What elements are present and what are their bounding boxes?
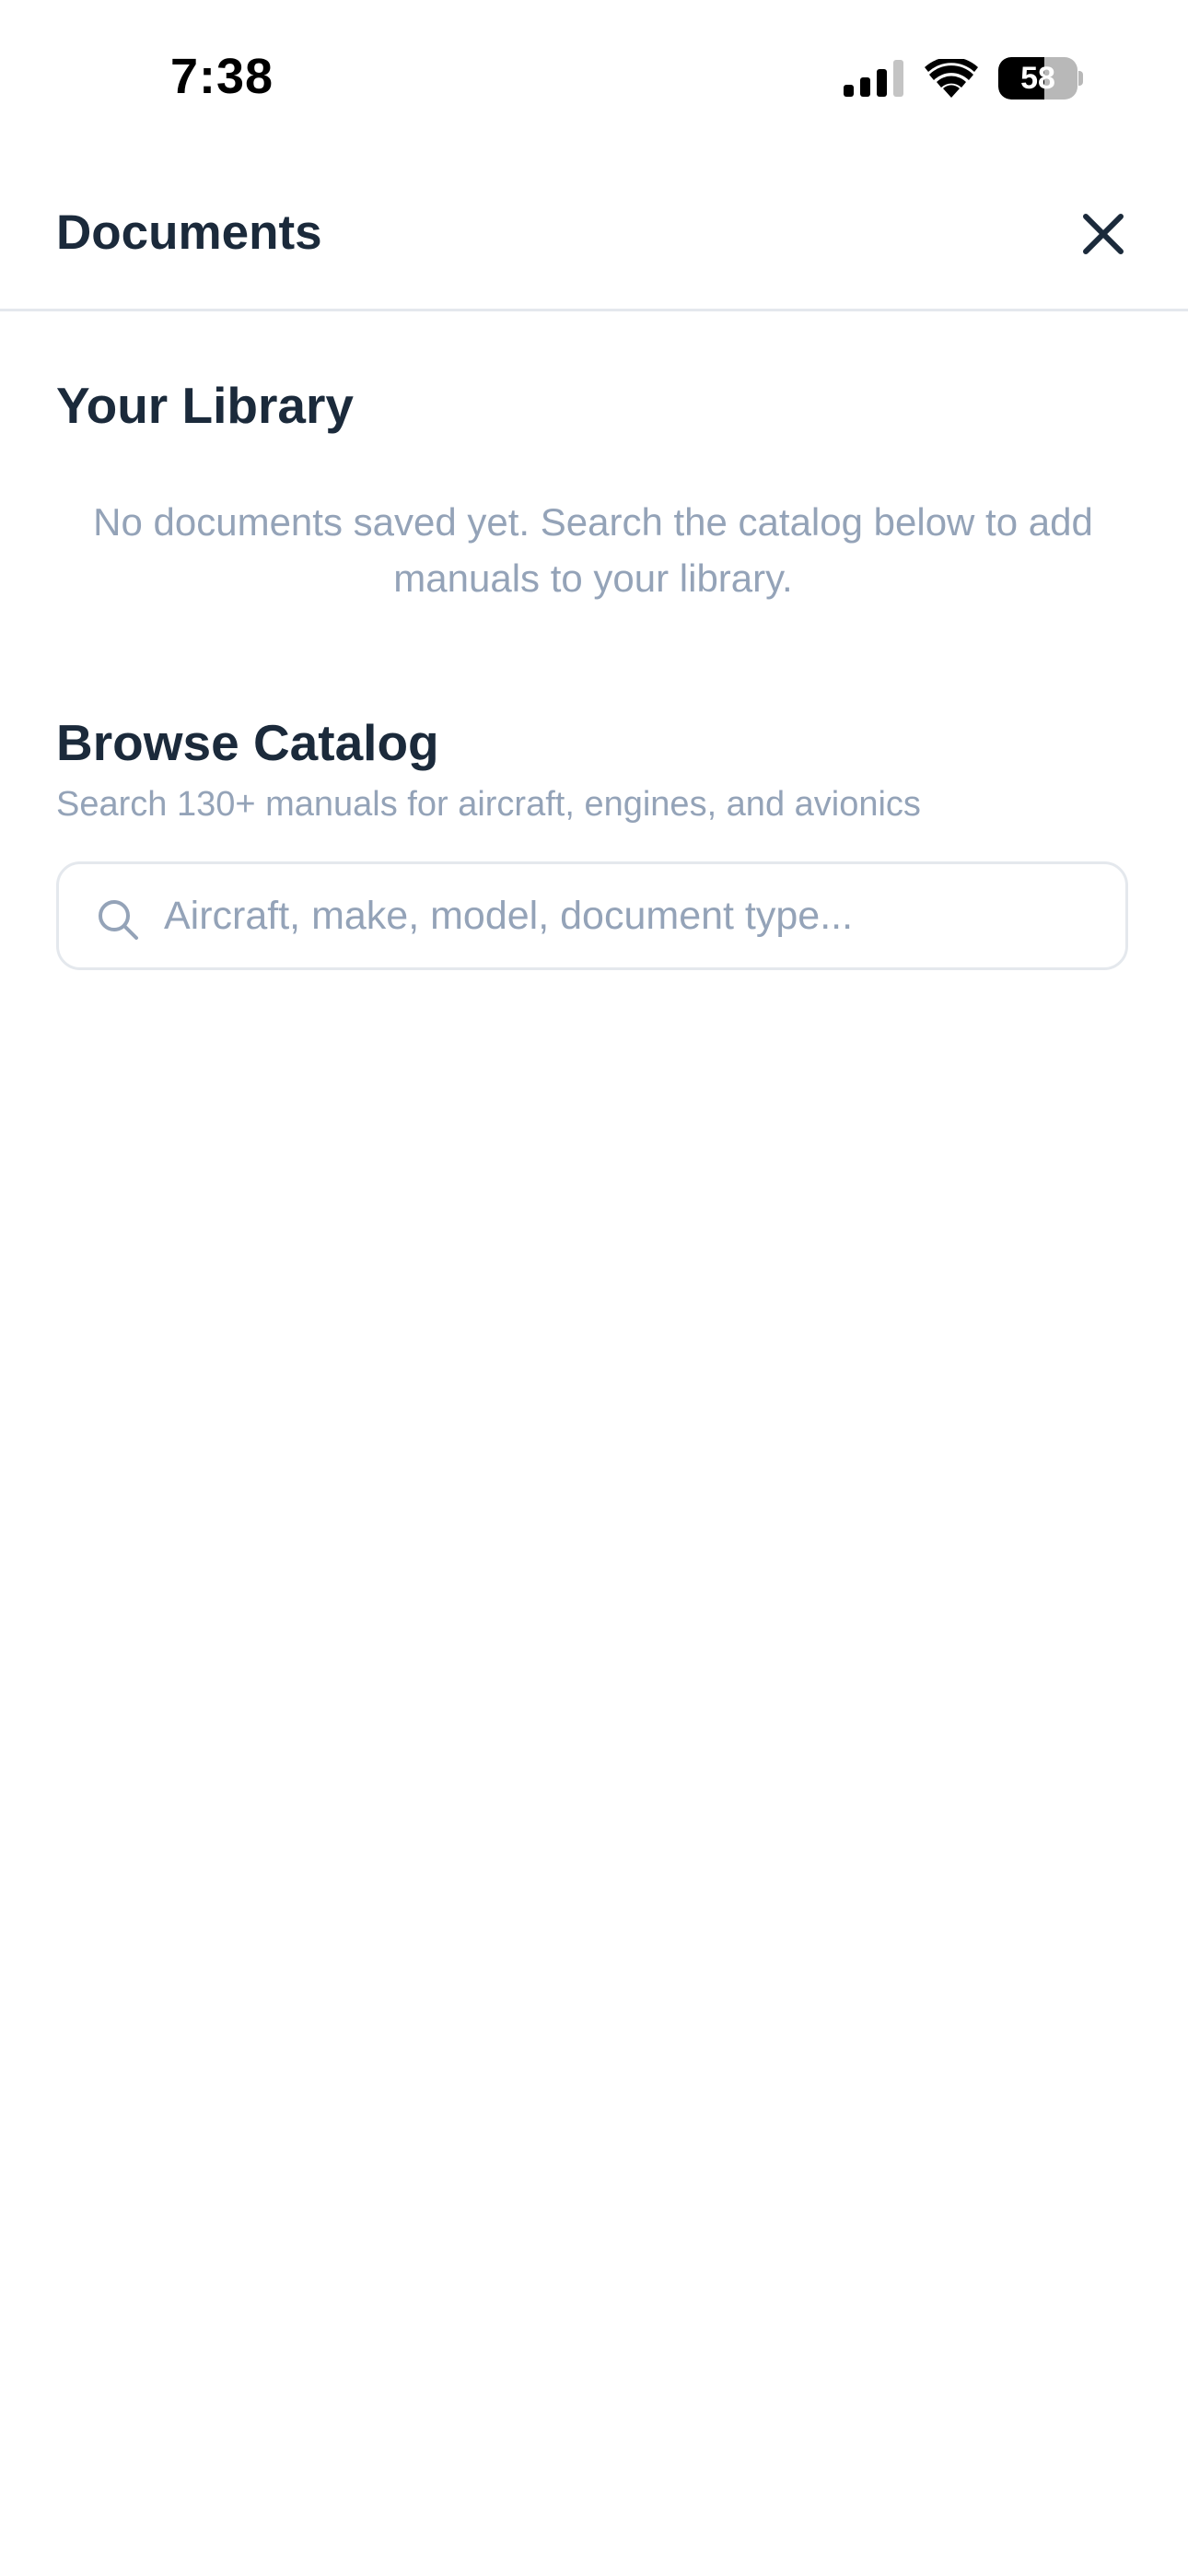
wifi-icon bbox=[925, 59, 978, 98]
modal-header: Documents bbox=[0, 157, 1188, 311]
cellular-signal-icon bbox=[844, 60, 903, 97]
page-title: Documents bbox=[56, 205, 322, 260]
library-heading: Your Library bbox=[56, 377, 354, 434]
catalog-search-box[interactable] bbox=[56, 861, 1128, 970]
status-icons: 58 bbox=[844, 55, 1083, 101]
close-button[interactable] bbox=[1074, 205, 1133, 263]
catalog-subtitle: Search 130+ manuals for aircraft, engine… bbox=[56, 785, 921, 824]
battery-level: 58 bbox=[1020, 61, 1055, 96]
status-time: 7:38 bbox=[170, 49, 274, 104]
catalog-search-input[interactable] bbox=[164, 864, 1094, 967]
status-bar: 7:38 58 bbox=[0, 0, 1188, 157]
catalog-heading: Browse Catalog bbox=[56, 714, 439, 771]
close-icon bbox=[1083, 214, 1124, 254]
battery-cap bbox=[1078, 71, 1083, 86]
battery-icon: 58 bbox=[998, 57, 1083, 100]
search-icon bbox=[99, 900, 138, 940]
library-empty-message: No documents saved yet. Search the catal… bbox=[93, 500, 1093, 600]
